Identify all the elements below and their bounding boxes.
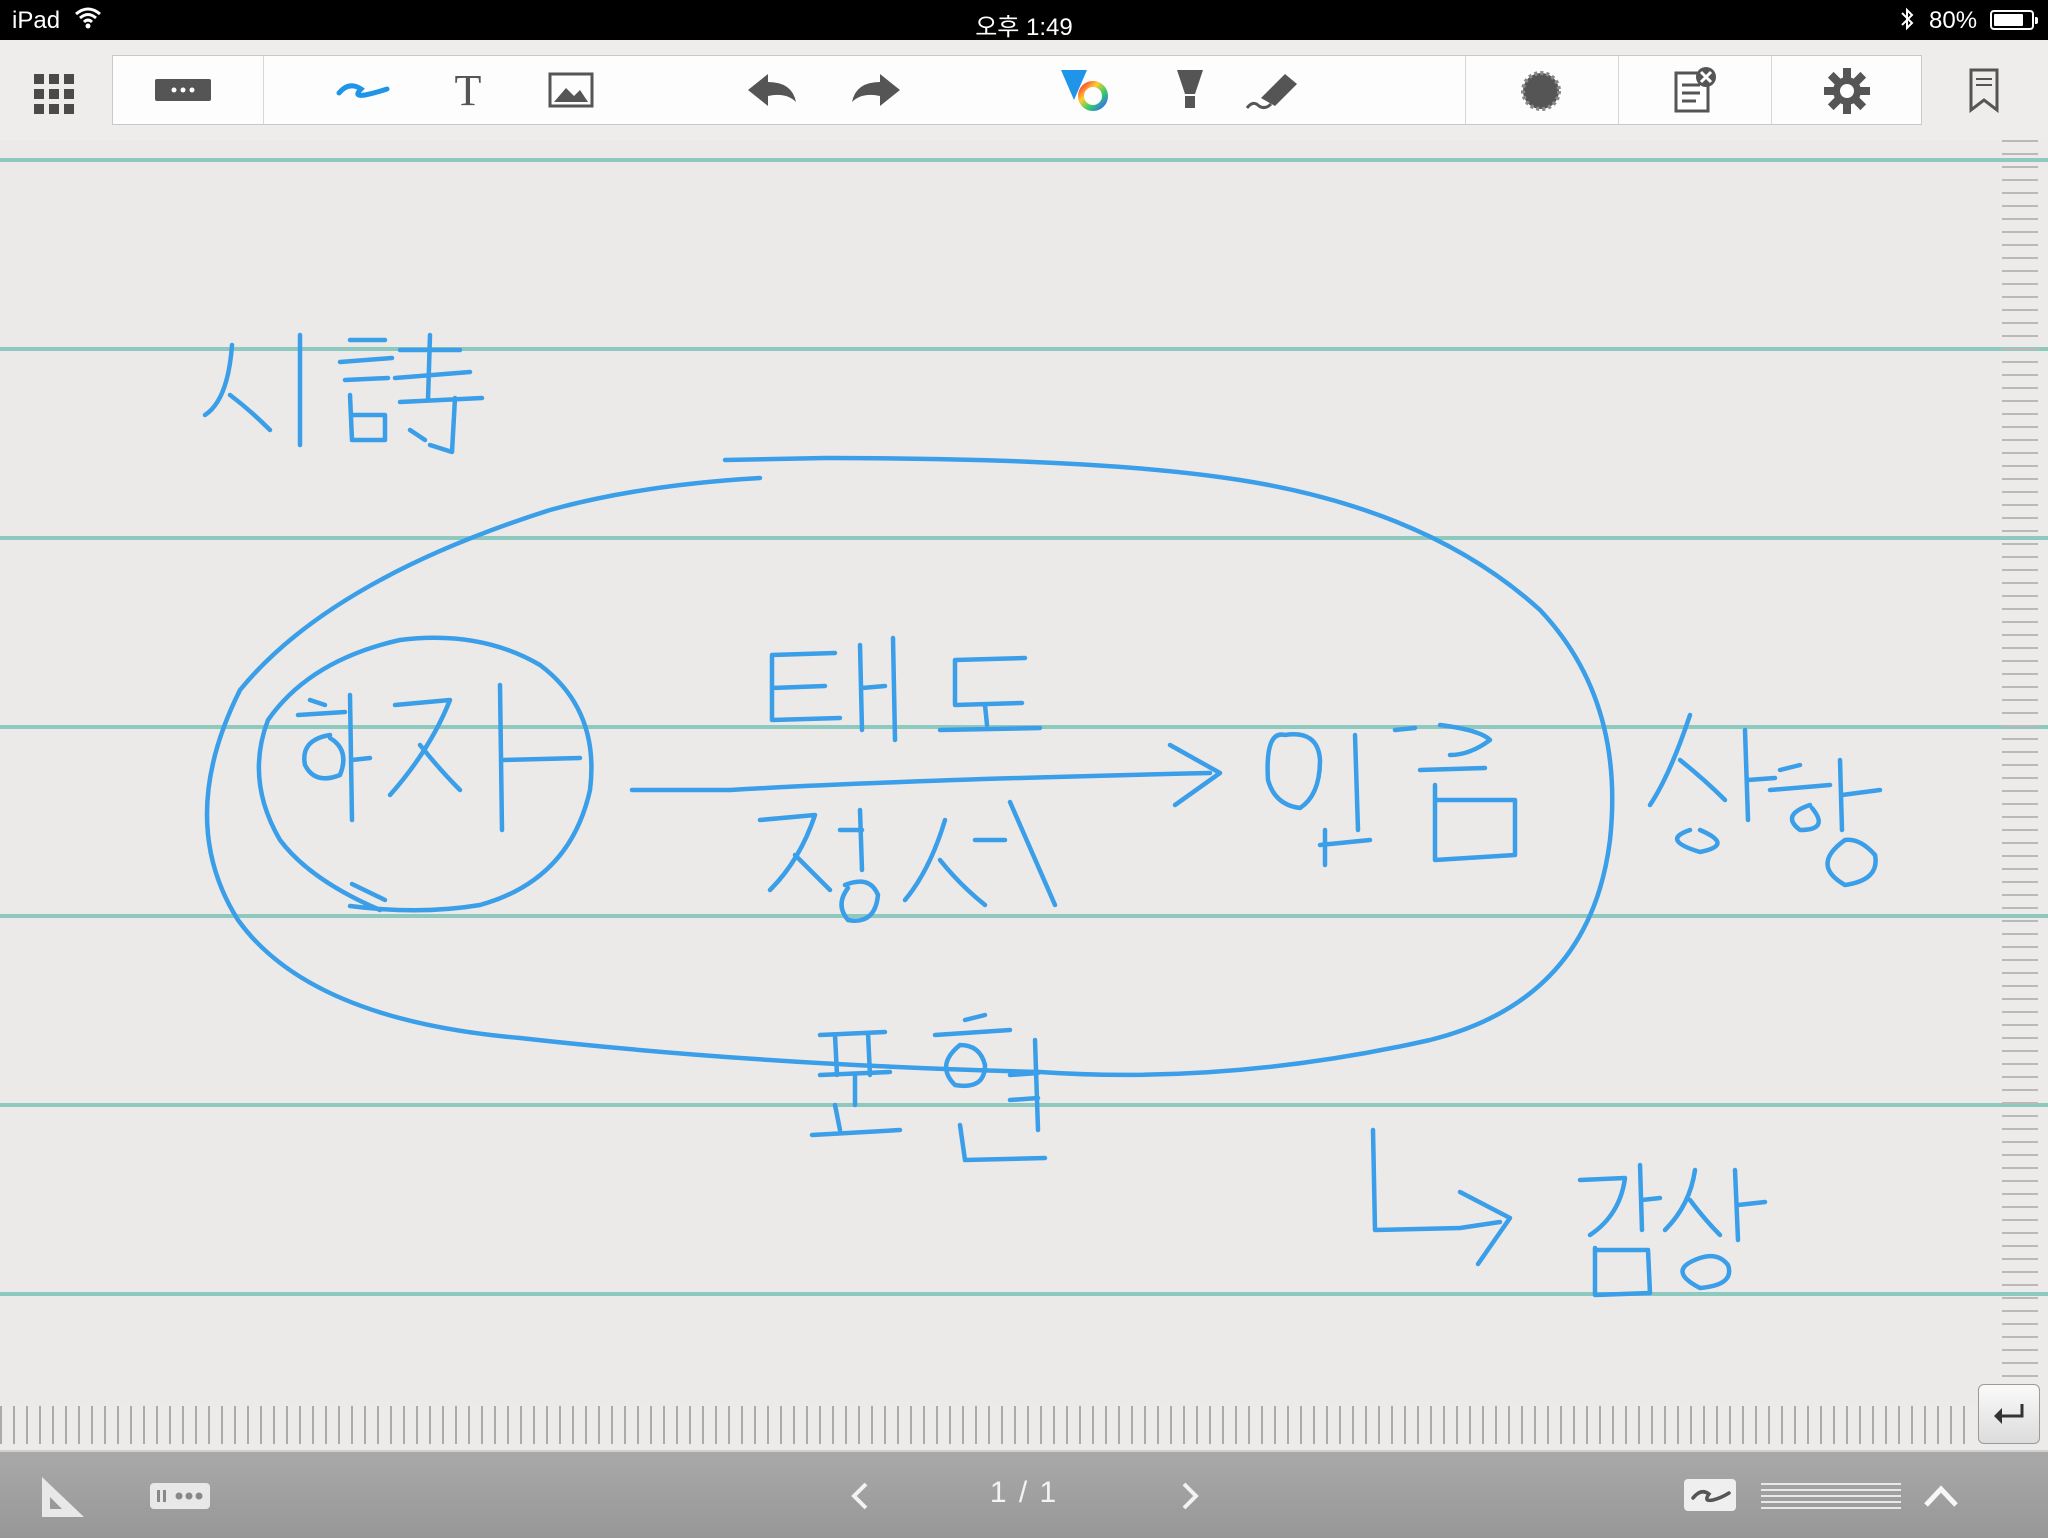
clock: 오후 1:49 [975,14,1073,41]
ruler-triangle-icon[interactable] [38,1474,88,1520]
prev-page-icon[interactable] [844,1476,876,1516]
ink-stroke [809,1029,903,1138]
battery-icon [1990,10,2038,30]
horizontal-ruler[interactable] [0,1406,1975,1444]
ink-stroke [902,799,1058,908]
ink-stroke [204,455,1615,1078]
ink-stroke [1662,1167,1768,1291]
ink-stroke [1647,712,1778,855]
grid-menu-icon[interactable] [30,70,78,118]
status-bar: iPad 오후 1:49 80% [0,0,2048,41]
ink-stroke [1370,1127,1503,1233]
pen-tool-icon[interactable] [333,68,393,112]
text-tool-icon[interactable]: T [443,66,493,115]
ink-stroke [932,1012,1048,1163]
page-indicator: 1 / 1 [989,1476,1059,1509]
ink-stroke [295,692,373,823]
top-toolbar: T [0,40,2048,140]
bottom-bar: 1 / 1 [0,1450,2048,1538]
vertical-ruler[interactable] [2002,140,2038,1380]
ink-stroke [1265,732,1361,833]
color-picker-icon[interactable] [1055,66,1115,114]
eraser-icon[interactable] [1243,66,1307,114]
ink-stroke [1577,1162,1663,1298]
image-tool-icon[interactable] [545,68,597,112]
ink-stroke [1767,757,1883,888]
tool-panel: T [112,55,1922,125]
redo-icon[interactable] [845,68,905,112]
bluetooth-icon [1898,5,1916,40]
ink-stroke [937,655,1043,733]
clear-page-icon[interactable] [1668,64,1724,116]
ink-stroke [757,807,881,923]
settings-icon[interactable] [1819,66,1875,116]
pen-mode-icon[interactable] [1682,1476,1738,1514]
lasso-select-icon[interactable] [1513,66,1569,116]
next-page-icon[interactable] [1174,1476,1206,1516]
line-spacing-icon[interactable] [1760,1478,1902,1514]
ink-stroke [629,770,1213,793]
ink-stroke [857,635,898,743]
ink-stroke [392,332,485,455]
handwriting-ink [202,332,1883,1298]
ink-stroke [227,392,273,433]
ink-stroke [337,337,395,443]
expand-up-icon[interactable] [1920,1476,1962,1516]
ink-stroke [769,650,843,723]
keyboard-icon[interactable] [148,1476,212,1516]
battery-percent: 80% [1929,7,1978,34]
ink-stroke [1317,722,1518,868]
undo-icon[interactable] [743,68,803,112]
bookmark-icon[interactable] [1964,64,2004,116]
keyboard-input-icon[interactable] [153,68,213,112]
highlighter-icon[interactable] [1165,66,1215,114]
ink-stroke [387,682,583,833]
ink-stroke [202,342,235,418]
